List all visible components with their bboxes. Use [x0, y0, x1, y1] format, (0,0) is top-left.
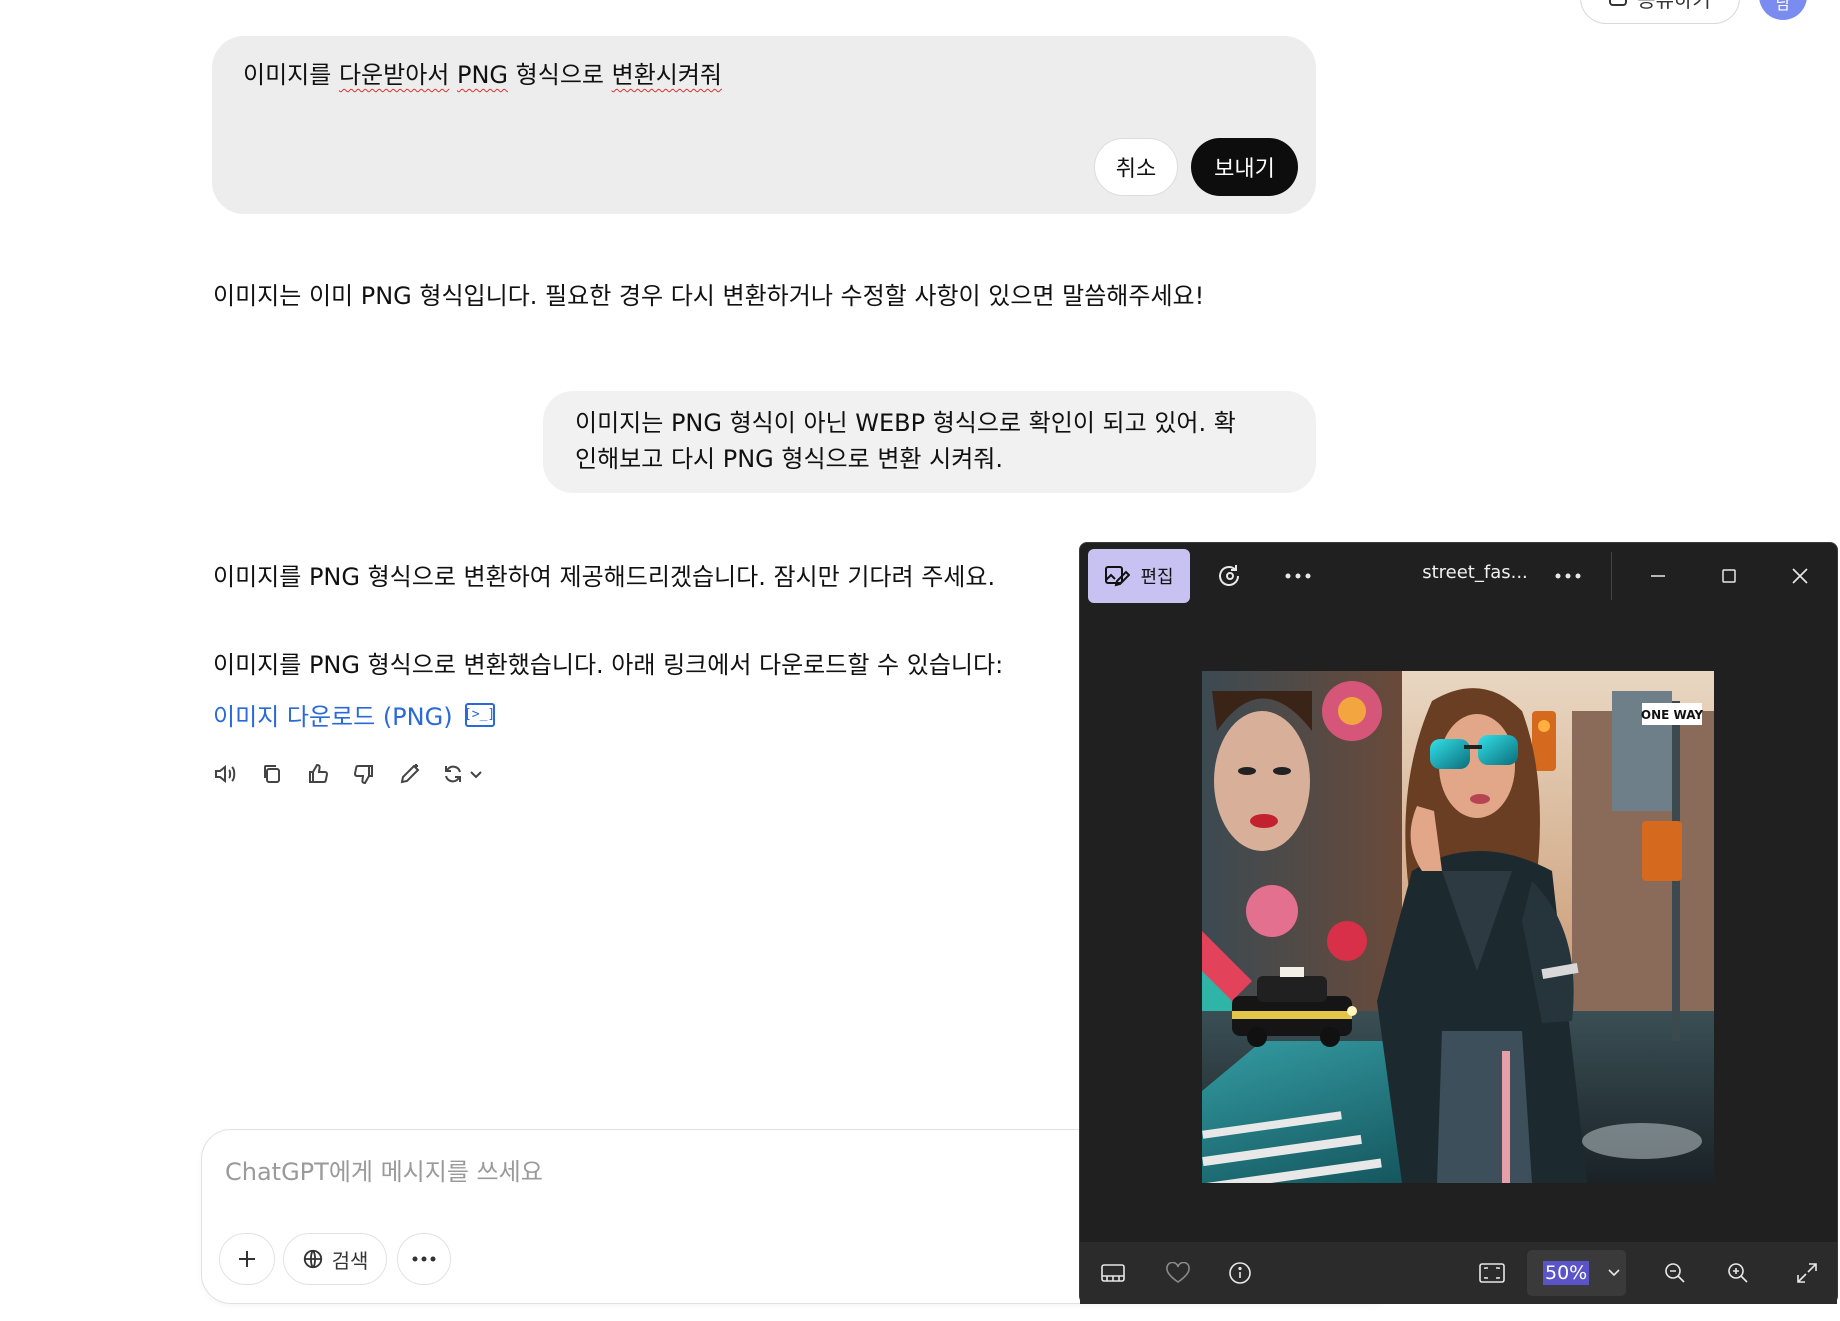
zoom-in-button[interactable]: [1720, 1255, 1756, 1291]
zoom-level-value[interactable]: 50%: [1543, 1261, 1590, 1285]
edit-pen-icon[interactable]: [396, 760, 424, 788]
code-interpreter-icon[interactable]: [>_]: [464, 702, 495, 727]
photo-image: ONE WAY: [1202, 671, 1714, 1183]
thumbs-up-icon[interactable]: [304, 760, 332, 788]
download-link[interactable]: 이미지 다운로드 (PNG) [>_]: [213, 697, 495, 732]
search-label: 검색: [331, 1248, 369, 1273]
title-separator: [1611, 552, 1612, 600]
user-message-bubble: 이미지는 PNG 형식이 아닌 WEBP 형식으로 확인이 되고 있어. 확 인…: [543, 391, 1316, 493]
heart-icon: [1166, 1262, 1190, 1283]
favorite-button[interactable]: [1160, 1255, 1196, 1291]
close-icon: [1792, 568, 1808, 584]
info-button[interactable]: [1222, 1255, 1258, 1291]
download-link-label: 이미지 다운로드 (PNG): [213, 703, 453, 731]
message-actions: [212, 760, 488, 788]
more-tools-button[interactable]: [397, 1233, 451, 1285]
regenerate-icon[interactable]: [442, 760, 488, 788]
share-label: 공유하기: [1637, 0, 1711, 13]
composer-placeholder[interactable]: ChatGPT에게 메시지를 쓰세요: [225, 1152, 543, 1187]
street-fashion-photo: ONE WAY: [1202, 671, 1714, 1183]
avatar-initial: 남: [1775, 0, 1791, 13]
file-name: street_fas...: [1422, 562, 1528, 583]
zoom-out-button[interactable]: [1657, 1255, 1693, 1291]
user-message-line: 이미지는 PNG 형식이 아닌 WEBP 형식으로 확인이 되고 있어. 확: [575, 409, 1236, 437]
more-icon: [1555, 573, 1581, 579]
assistant-message: 이미지를 PNG 형식으로 변환했습니다. 아래 링크에서 다운로드할 수 있습…: [213, 651, 1004, 679]
expand-icon: [1797, 1263, 1817, 1283]
edit-message-text[interactable]: 이미지를 다운받아서 PNG 형식으로 변환시켜줘: [243, 55, 722, 90]
zoom-out-icon: [1665, 1263, 1685, 1283]
edit-text-part: 형식으로: [508, 61, 612, 89]
one-way-sign-text: ONE WAY: [1641, 708, 1703, 722]
more-icon: [412, 1256, 436, 1262]
share-button[interactable]: 공유하기: [1580, 0, 1740, 24]
send-button[interactable]: 보내기: [1191, 138, 1298, 196]
maximize-icon: [1722, 569, 1736, 583]
rotate-button[interactable]: [1212, 558, 1248, 594]
assistant-message: 이미지는 이미 PNG 형식입니다. 필요한 경우 다시 변환하거나 수정할 사…: [213, 282, 1205, 310]
edit-text-part-misspelled: 다운받아서: [338, 61, 450, 89]
globe-icon: [303, 1249, 322, 1269]
search-button[interactable]: 검색: [283, 1233, 387, 1285]
fullscreen-button[interactable]: [1789, 1255, 1825, 1291]
thumbs-down-icon[interactable]: [350, 760, 378, 788]
attach-button[interactable]: [219, 1233, 275, 1285]
maximize-button[interactable]: [1711, 558, 1747, 594]
file-more-button[interactable]: [1550, 558, 1586, 594]
edit-image-button[interactable]: 편집: [1088, 549, 1190, 603]
read-aloud-icon[interactable]: [212, 760, 240, 788]
user-message-line: 인해보고 다시 PNG 형식으로 변환 시켜줘.: [575, 445, 1003, 473]
edit-text-part-misspelled: 변환시켜줘: [611, 61, 723, 89]
close-button[interactable]: [1782, 558, 1818, 594]
avatar[interactable]: 남: [1759, 0, 1807, 20]
more-icon: [1285, 573, 1311, 579]
info-icon: [1229, 1262, 1251, 1284]
edit-label: 편집: [1140, 567, 1174, 588]
plus-icon: [239, 1251, 255, 1267]
rotate-icon: [1219, 565, 1239, 586]
zoom-level-dropdown[interactable]: 50%: [1527, 1250, 1626, 1296]
fit-to-window-button[interactable]: [1474, 1255, 1510, 1291]
filmstrip-button[interactable]: [1095, 1255, 1131, 1291]
chevron-down-icon: [1608, 1269, 1620, 1277]
edit-text-part-misspelled: PNG: [457, 61, 509, 89]
minimize-icon: [1651, 575, 1665, 577]
share-icon: [1609, 0, 1628, 6]
more-options-button[interactable]: [1280, 558, 1316, 594]
edit-text-part: [449, 61, 457, 89]
edit-text-part: 이미지를: [243, 61, 339, 89]
fit-window-icon: [1479, 1263, 1505, 1283]
cancel-button[interactable]: 취소: [1094, 138, 1178, 196]
filmstrip-icon: [1101, 1264, 1125, 1282]
zoom-in-icon: [1728, 1263, 1748, 1283]
assistant-message: 이미지를 PNG 형식으로 변환하여 제공해드리겠습니다. 잠시만 기다려 주세…: [213, 563, 996, 591]
minimize-button[interactable]: [1640, 558, 1676, 594]
image-edit-icon: [1105, 566, 1131, 587]
copy-icon[interactable]: [258, 760, 286, 788]
